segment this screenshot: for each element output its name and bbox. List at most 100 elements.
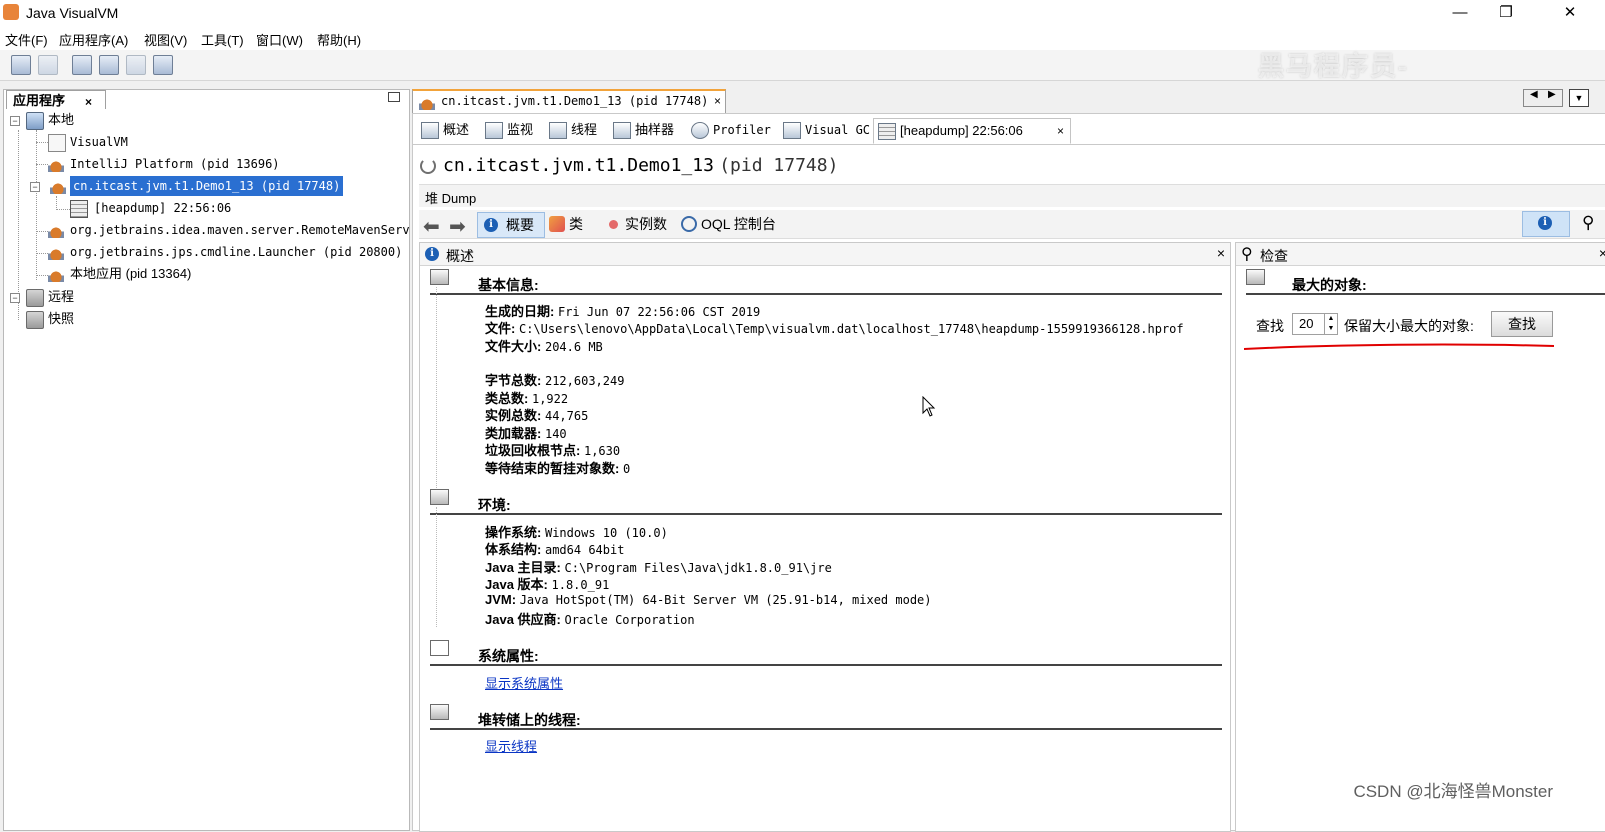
app-pid: (pid 17748) bbox=[719, 155, 839, 176]
add-remote-host-icon[interactable] bbox=[99, 55, 119, 75]
collapse-toggle-icon[interactable]: − bbox=[10, 116, 20, 126]
tab-label: 监视 bbox=[507, 122, 534, 137]
environment-icon bbox=[430, 489, 449, 505]
close-button[interactable]: ✕ bbox=[1550, 2, 1590, 24]
applications-tab[interactable]: 应用程序 × bbox=[6, 90, 106, 109]
java-visualvm-app-icon bbox=[3, 4, 19, 20]
tab-label: 线程 bbox=[571, 122, 598, 137]
spinner-arrows-icon[interactable]: ▲ ▼ bbox=[1324, 314, 1337, 334]
find-button[interactable]: 查找 bbox=[1491, 311, 1553, 337]
threads-icon bbox=[549, 122, 567, 139]
show-system-properties-link[interactable]: 显示系统属性 bbox=[485, 673, 563, 692]
tab-list-dropdown-icon[interactable]: ▼ bbox=[1569, 89, 1589, 107]
menu-help[interactable]: 帮助(H) bbox=[317, 30, 361, 49]
add-vm-coredump-icon[interactable] bbox=[126, 55, 146, 75]
doc-tab-demo-app[interactable]: cn.itcast.jvm.t1.Demo1_13 (pid 17748) × bbox=[412, 89, 726, 113]
section-guide bbox=[436, 507, 437, 627]
kv-value: 140 bbox=[544, 427, 567, 441]
classes-view-button[interactable]: 类 bbox=[549, 212, 599, 236]
kv-pending-finalization: 等待结束的暂挂对象数: 0 bbox=[485, 458, 630, 477]
menu-window[interactable]: 窗口(W) bbox=[256, 30, 303, 49]
kv-value: 1.8.0_91 bbox=[551, 578, 610, 592]
summary-view-button[interactable]: i 概要 bbox=[477, 212, 545, 238]
java-app-icon bbox=[48, 222, 64, 238]
kv-key: Java 主目录: bbox=[485, 560, 561, 575]
close-icon[interactable]: × bbox=[85, 92, 92, 112]
retained-size-label: 保留大小最大的对象: bbox=[1344, 318, 1474, 334]
show-summary-toggle[interactable]: i bbox=[1522, 211, 1570, 237]
show-inspect-toggle[interactable]: ⚲ bbox=[1576, 211, 1604, 235]
scroll-left-icon[interactable]: ◀ bbox=[1530, 89, 1538, 100]
heapdump-icon bbox=[878, 123, 896, 140]
kv-key: 体系结构: bbox=[485, 542, 542, 557]
menu-application[interactable]: 应用程序(A) bbox=[59, 30, 128, 49]
close-icon[interactable]: × bbox=[1599, 245, 1605, 261]
tree-label: [heapdump] 22:56:06 bbox=[94, 201, 232, 215]
tab-label: Visual GC bbox=[805, 123, 871, 137]
tab-profiler[interactable]: Profiler bbox=[687, 118, 773, 142]
tab-overview[interactable]: 概述 bbox=[417, 118, 477, 142]
sampler-icon bbox=[613, 122, 631, 139]
tab-heapdump[interactable]: [heapdump] 22:56:06 × bbox=[873, 118, 1071, 144]
instances-view-button[interactable]: 实例数 bbox=[605, 212, 675, 236]
back-arrow-icon[interactable]: ⬅ bbox=[423, 214, 440, 239]
collapse-toggle-icon[interactable]: − bbox=[10, 293, 20, 303]
classes-icon bbox=[549, 216, 565, 232]
collapse-toggle-icon[interactable]: − bbox=[30, 182, 40, 192]
java-app-icon bbox=[48, 266, 64, 282]
kv-value: 212,603,249 bbox=[544, 374, 625, 388]
close-icon[interactable]: × bbox=[714, 94, 721, 108]
kv-key: 文件大小: bbox=[485, 339, 542, 354]
object-count-value: 20 bbox=[1299, 316, 1314, 331]
java-app-icon bbox=[50, 178, 66, 194]
magnifier-icon bbox=[1246, 269, 1265, 285]
kv-total-bytes: 字节总数: 212,603,249 bbox=[485, 370, 624, 389]
tab-monitor[interactable]: 监视 bbox=[481, 118, 543, 142]
search-icon: ⚲ bbox=[1241, 246, 1253, 263]
tree-guide-line bbox=[18, 130, 19, 320]
compare-snapshots-icon[interactable] bbox=[153, 55, 173, 75]
basic-info-icon bbox=[430, 269, 449, 285]
view-label: OQL 控制台 bbox=[701, 216, 776, 232]
menu-file[interactable]: 文件(F) bbox=[5, 30, 48, 49]
menu-view[interactable]: 视图(V) bbox=[144, 30, 187, 49]
open-snapshot-icon[interactable] bbox=[11, 55, 31, 75]
forward-arrow-icon[interactable]: ➡ bbox=[449, 214, 466, 239]
add-jmx-connection-icon[interactable] bbox=[72, 55, 92, 75]
java-app-icon bbox=[48, 244, 64, 260]
oql-console-button[interactable]: OQL 控制台 bbox=[681, 212, 791, 236]
kv-value: Oracle Corporation bbox=[564, 613, 695, 627]
section-divider bbox=[430, 293, 1222, 295]
tab-scroll-arrows[interactable]: ◀ ▶ bbox=[1523, 89, 1563, 107]
watermark-logo: 黑马程序员- bbox=[1258, 51, 1409, 81]
section-divider bbox=[1246, 293, 1605, 295]
save-icon[interactable] bbox=[38, 55, 58, 75]
kv-key: Java 版本: bbox=[485, 577, 548, 592]
heap-dump-label: 堆 Dump bbox=[425, 191, 477, 206]
maximize-button[interactable]: ❐ bbox=[1486, 2, 1526, 24]
view-label: 概要 bbox=[506, 217, 534, 233]
show-threads-link[interactable]: 显示线程 bbox=[485, 736, 537, 755]
tab-sampler[interactable]: 抽样器 bbox=[609, 118, 685, 142]
tree-guide-line bbox=[36, 231, 48, 232]
tab-threads[interactable]: 线程 bbox=[545, 118, 607, 142]
close-icon[interactable]: × bbox=[1217, 245, 1225, 261]
kv-key: 文件: bbox=[485, 321, 516, 336]
inspect-pane-title: 检查 bbox=[1260, 248, 1288, 264]
tab-visual-gc[interactable]: Visual GC bbox=[779, 118, 871, 142]
computer-icon bbox=[26, 112, 44, 130]
close-icon[interactable]: × bbox=[1057, 119, 1064, 143]
summary-pane: i 概述 × 基本信息: 生成的日期: Fri Jun 07 22:56:06 … bbox=[419, 242, 1231, 832]
tree-guide-line bbox=[36, 142, 48, 143]
page-title: cn.itcast.jvm.t1.Demo1_13 (pid 17748) bbox=[443, 155, 838, 177]
tab-label: 概述 bbox=[443, 122, 470, 137]
monitor-icon bbox=[485, 122, 503, 139]
summary-pane-title: 概述 bbox=[446, 248, 474, 264]
object-count-spinner[interactable]: 20 ▲ ▼ bbox=[1292, 313, 1338, 335]
title-bar: Java VisualVM — ❐ ✕ bbox=[0, 0, 1605, 26]
menu-tools[interactable]: 工具(T) bbox=[201, 30, 244, 49]
scroll-right-icon[interactable]: ▶ bbox=[1548, 89, 1556, 100]
minimize-panel-icon[interactable] bbox=[388, 92, 400, 102]
heapdump-icon bbox=[70, 200, 88, 218]
minimize-button[interactable]: — bbox=[1440, 2, 1480, 24]
